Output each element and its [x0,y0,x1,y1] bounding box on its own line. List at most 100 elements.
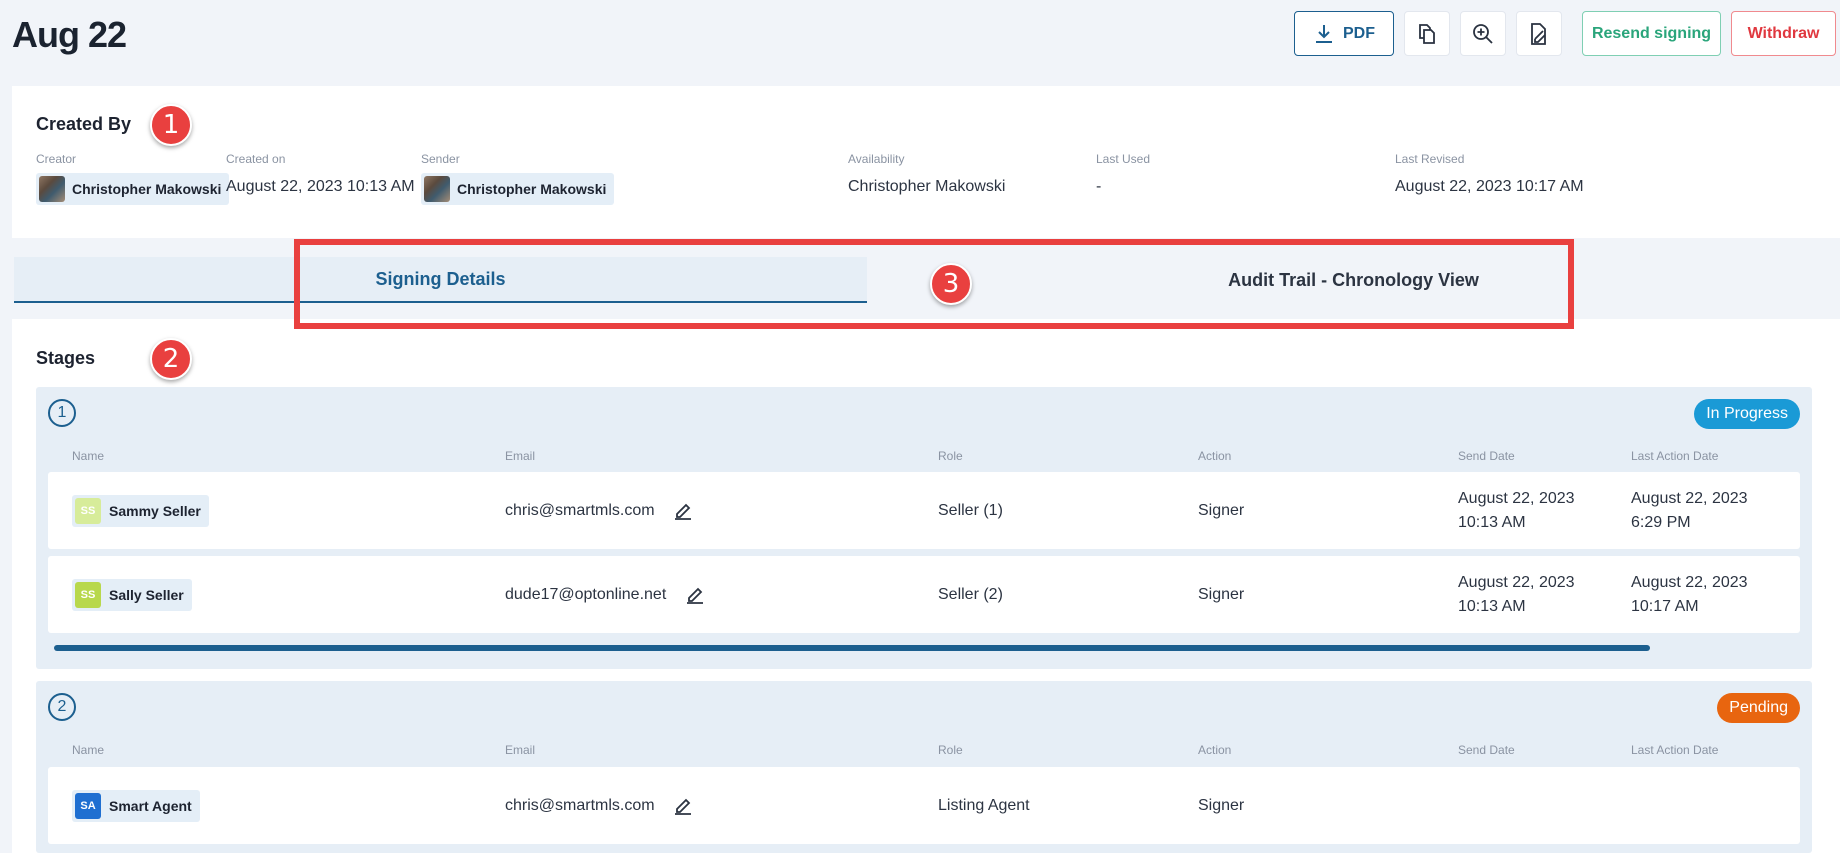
document-edit-button[interactable] [1516,11,1562,56]
column-header-email: Email [505,449,536,463]
last-revised-field: Last Revised August 22, 2023 10:17 AM [1395,152,1584,196]
created-on-field: Created on August 22, 2023 10:13 AM [226,152,415,196]
creator-field: Creator Christopher Makowski [36,152,230,207]
pdf-button-label: PDF [1343,24,1375,42]
avatar [39,176,65,202]
column-header-action: Action [1198,449,1232,463]
action-cell: Signer [1198,585,1245,603]
created-on-label: Created on [226,152,286,166]
last-used-value: - [1096,178,1102,195]
recipient-chip[interactable]: SS Sammy Seller [72,494,209,527]
stages-title: Stages [36,348,96,368]
last-action-date: August 22, 2023 [1631,573,1748,591]
status-badge: In Progress [1694,399,1800,429]
withdraw-button[interactable]: Withdraw [1731,11,1836,56]
send-time: 10:13 AM [1458,597,1526,615]
document-edit-icon [1531,22,1546,45]
send-date-cell: August 22, 2023 10:13 AM [1458,487,1575,535]
send-date: August 22, 2023 [1458,573,1575,591]
availability-label: Availability [848,152,905,166]
table-row[interactable]: SS Sammy Seller chris@smartmls.com Selle… [48,472,1800,549]
column-header-name: Name [72,743,105,757]
download-icon [1316,24,1332,43]
stages-panel: Stages 1 In Progress Name Email Role Act… [12,319,1840,853]
last-action-date-cell: August 22, 2023 10:17 AM [1631,571,1748,619]
action-cell: Signer [1198,796,1245,814]
name-cell: SS Sally Seller [72,578,192,611]
horizontal-scrollbar[interactable] [54,645,1650,651]
recipient-chip[interactable]: SA Smart Agent [72,789,200,822]
creator-label: Creator [36,152,77,166]
initials-avatar: SA [75,792,101,819]
column-header-role: Role [938,449,963,463]
created-on-value: August 22, 2023 10:13 AM [226,178,415,195]
created-by-card: Created By Creator Christopher Makowski … [12,86,1840,238]
column-header-last-action-date: Last Action Date [1631,743,1719,757]
recipient-chip[interactable]: SS Sally Seller [72,578,192,611]
send-date: August 22, 2023 [1458,489,1575,507]
column-header-name: Name [72,449,105,463]
creator-chip[interactable]: Christopher Makowski [36,173,230,205]
recipient-email: dude17@optonline.net [505,585,667,603]
name-cell: SA Smart Agent [72,789,200,822]
sender-field: Sender Christopher Makowski [421,152,615,207]
send-time: 10:13 AM [1458,513,1526,531]
zoom-in-button[interactable] [1460,11,1506,56]
last-revised-value: August 22, 2023 10:17 AM [1395,178,1584,195]
last-revised-label: Last Revised [1395,152,1465,166]
copy-document-button[interactable] [1404,11,1450,56]
last-used-field: Last Used - [1096,152,1150,196]
pencil-icon[interactable] [685,584,705,605]
resend-signing-button[interactable]: Resend signing [1582,11,1721,56]
role-cell: Seller (2) [938,585,1003,603]
created-by-title: Created By [36,114,132,134]
copy-document-icon [1419,23,1435,44]
column-header-send-date: Send Date [1458,743,1515,757]
callout-badge: 2 [150,338,192,380]
toolbar: PDF Resend signing Withdraw [1294,11,1836,56]
last-action-date-cell: August 22, 2023 6:29 PM [1631,487,1748,535]
role-cell: Seller (1) [938,501,1003,519]
initials-avatar: SS [75,581,101,608]
email-cell: chris@smartmls.com [505,499,693,523]
stage-number: 1 [48,399,76,427]
email-cell: chris@smartmls.com [505,794,693,818]
pencil-icon[interactable] [673,795,693,816]
recipient-name: Smart Agent [109,797,192,814]
recipient-email: chris@smartmls.com [505,501,655,519]
recipient-name: Sammy Seller [109,502,201,519]
stage-card: 2 Pending Name Email Role Action Send Da… [36,681,1812,853]
last-action-time: 10:17 AM [1631,597,1699,615]
column-header-last-action-date: Last Action Date [1631,449,1719,463]
callout-badge: 3 [930,263,972,305]
sender-label: Sender [421,152,460,166]
sender-chip[interactable]: Christopher Makowski [421,173,615,205]
column-header-send-date: Send Date [1458,449,1515,463]
initials-avatar: SS [75,497,101,524]
stage-card: 1 In Progress Name Email Role Action Sen… [36,387,1812,669]
recipient-name: Sally Seller [109,586,184,603]
pencil-icon[interactable] [673,500,693,521]
avatar [424,176,450,202]
email-cell: dude17@optonline.net [505,583,705,607]
callout-badge: 1 [150,104,192,146]
page-title: Aug 22 [12,14,127,55]
availability-value: Christopher Makowski [848,178,1006,195]
stage-number: 2 [48,693,76,721]
last-action-date: August 22, 2023 [1631,489,1748,507]
availability-field: Availability Christopher Makowski [848,152,1005,196]
last-action-time: 6:29 PM [1631,513,1691,531]
recipient-email: chris@smartmls.com [505,796,655,814]
table-row[interactable]: SA Smart Agent chris@smartmls.com Listin… [48,767,1800,844]
action-cell: Signer [1198,501,1245,519]
download-pdf-button[interactable]: PDF [1294,11,1394,56]
role-cell: Listing Agent [938,796,1030,814]
zoom-in-icon [1473,23,1493,44]
last-used-label: Last Used [1096,152,1151,166]
status-badge: Pending [1717,693,1800,723]
column-header-role: Role [938,743,963,757]
column-header-email: Email [505,743,536,757]
sender-name: Christopher Makowski [457,181,607,197]
table-row[interactable]: SS Sally Seller dude17@optonline.net Sel… [48,556,1800,633]
creator-name: Christopher Makowski [72,181,222,197]
